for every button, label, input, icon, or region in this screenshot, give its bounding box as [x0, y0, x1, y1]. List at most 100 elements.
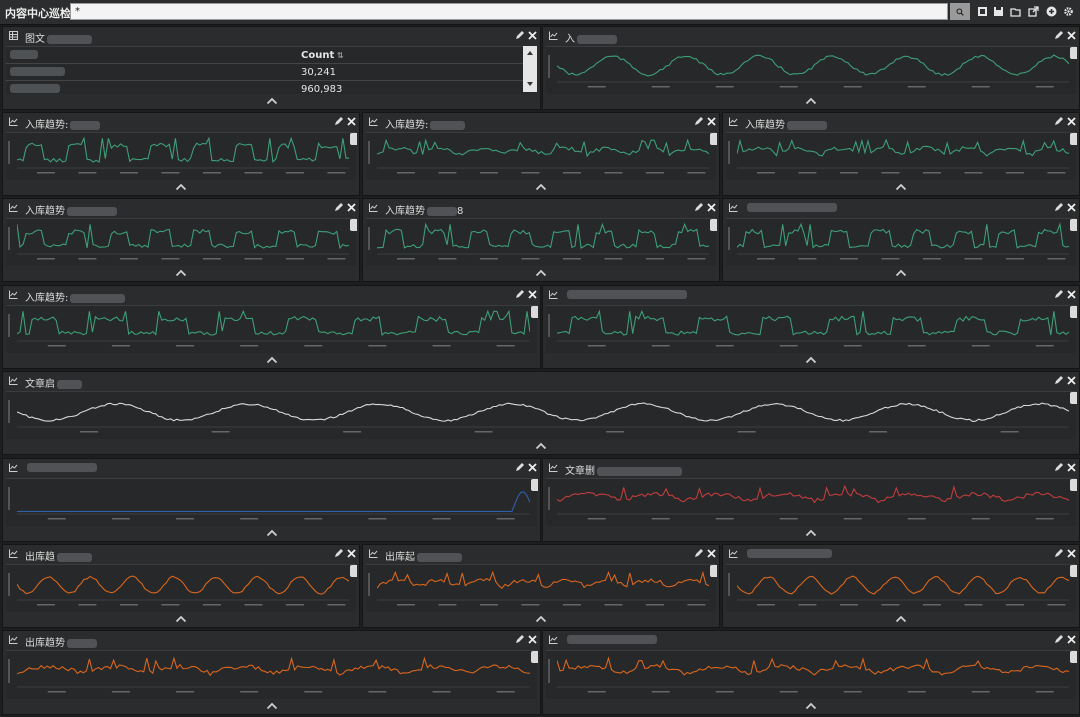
search-button[interactable]: [950, 3, 970, 20]
edit-icon[interactable]: [1054, 635, 1063, 644]
count-column-header[interactable]: Count ⇅: [301, 47, 523, 64]
legend-toggle[interactable]: [350, 133, 357, 145]
legend-toggle[interactable]: [1070, 306, 1077, 318]
settings-icon[interactable]: [1063, 6, 1074, 17]
collapse-toggle[interactable]: [3, 356, 540, 366]
add-icon[interactable]: [1046, 6, 1057, 17]
close-icon[interactable]: [1067, 635, 1076, 644]
collapse-toggle[interactable]: [3, 529, 540, 539]
edit-icon[interactable]: [1054, 31, 1063, 40]
close-icon[interactable]: [1067, 203, 1076, 212]
close-icon[interactable]: [528, 463, 537, 472]
legend-toggle[interactable]: [531, 306, 538, 318]
legend-toggle[interactable]: [1070, 565, 1077, 577]
legend-toggle[interactable]: [710, 565, 717, 577]
collapse-toggle[interactable]: [723, 269, 1079, 279]
collapse-toggle[interactable]: [3, 442, 1079, 452]
legend-toggle[interactable]: [1070, 479, 1077, 491]
edit-icon[interactable]: [515, 463, 524, 472]
collapse-toggle[interactable]: [3, 615, 359, 625]
table-icon[interactable]: [9, 31, 18, 40]
collapse-toggle[interactable]: [3, 183, 359, 193]
collapse-toggle[interactable]: [543, 97, 1079, 107]
collapse-toggle[interactable]: [723, 615, 1079, 625]
chevron-up-icon[interactable]: [535, 615, 547, 623]
close-icon[interactable]: [1067, 117, 1076, 126]
collapse-toggle[interactable]: [3, 269, 359, 279]
chevron-up-icon[interactable]: [535, 442, 547, 450]
collapse-toggle[interactable]: [363, 269, 719, 279]
chevron-up-icon[interactable]: [805, 529, 817, 537]
chevron-up-icon[interactable]: [805, 356, 817, 364]
edit-icon[interactable]: [1054, 290, 1063, 299]
edit-icon[interactable]: [1054, 376, 1063, 385]
close-icon[interactable]: [347, 117, 356, 126]
edit-icon[interactable]: [694, 117, 703, 126]
add-panel-icon[interactable]: [977, 6, 988, 17]
collapse-toggle[interactable]: [543, 702, 1079, 712]
close-icon[interactable]: [707, 117, 716, 126]
close-icon[interactable]: [1067, 376, 1076, 385]
edit-icon[interactable]: [694, 203, 703, 212]
close-icon[interactable]: [707, 203, 716, 212]
legend-toggle[interactable]: [531, 479, 538, 491]
legend-toggle[interactable]: [710, 219, 717, 231]
edit-icon[interactable]: [515, 31, 524, 40]
edit-icon[interactable]: [694, 549, 703, 558]
close-icon[interactable]: [1067, 549, 1076, 558]
edit-icon[interactable]: [334, 117, 343, 126]
collapse-toggle[interactable]: [543, 529, 1079, 539]
query-input[interactable]: [70, 3, 948, 20]
edit-icon[interactable]: [334, 203, 343, 212]
collapse-toggle[interactable]: [363, 615, 719, 625]
close-icon[interactable]: [347, 203, 356, 212]
collapse-toggle[interactable]: [3, 702, 540, 712]
chevron-up-icon[interactable]: [895, 615, 907, 623]
legend-toggle[interactable]: [1070, 47, 1077, 59]
edit-icon[interactable]: [1054, 549, 1063, 558]
save-icon[interactable]: [993, 6, 1004, 17]
chevron-up-icon[interactable]: [805, 97, 817, 105]
chevron-up-icon[interactable]: [895, 269, 907, 277]
chevron-up-icon[interactable]: [535, 269, 547, 277]
chevron-up-icon[interactable]: [175, 269, 187, 277]
close-icon[interactable]: [347, 549, 356, 558]
edit-icon[interactable]: [1054, 117, 1063, 126]
sort-icon[interactable]: ⇅: [334, 51, 344, 60]
edit-icon[interactable]: [1054, 463, 1063, 472]
legend-toggle[interactable]: [1070, 133, 1077, 145]
chevron-up-icon[interactable]: [266, 356, 278, 364]
legend-toggle[interactable]: [350, 565, 357, 577]
collapse-toggle[interactable]: [543, 356, 1079, 366]
collapse-toggle[interactable]: [723, 183, 1079, 193]
chevron-up-icon[interactable]: [266, 529, 278, 537]
collapse-toggle[interactable]: [363, 183, 719, 193]
legend-toggle[interactable]: [531, 651, 538, 663]
chevron-up-icon[interactable]: [266, 702, 278, 710]
legend-toggle[interactable]: [1070, 651, 1077, 663]
edit-icon[interactable]: [515, 635, 524, 644]
collapse-toggle[interactable]: [3, 97, 540, 107]
legend-toggle[interactable]: [1070, 219, 1077, 231]
edit-icon[interactable]: [515, 290, 524, 299]
close-icon[interactable]: [1067, 31, 1076, 40]
close-icon[interactable]: [1067, 290, 1076, 299]
legend-toggle[interactable]: [350, 219, 357, 231]
chevron-up-icon[interactable]: [895, 183, 907, 191]
close-icon[interactable]: [1067, 463, 1076, 472]
close-icon[interactable]: [528, 290, 537, 299]
folder-open-icon[interactable]: [1010, 6, 1021, 17]
edit-icon[interactable]: [1054, 203, 1063, 212]
close-icon[interactable]: [528, 635, 537, 644]
edit-icon[interactable]: [334, 549, 343, 558]
chevron-up-icon[interactable]: [535, 183, 547, 191]
legend-toggle[interactable]: [710, 133, 717, 145]
chevron-up-icon[interactable]: [175, 615, 187, 623]
share-icon[interactable]: [1028, 6, 1039, 17]
table-scrollbar[interactable]: [523, 46, 537, 92]
close-icon[interactable]: [707, 549, 716, 558]
chevron-up-icon[interactable]: [266, 97, 278, 105]
legend-toggle[interactable]: [1070, 392, 1077, 404]
chevron-up-icon[interactable]: [805, 702, 817, 710]
close-icon[interactable]: [528, 31, 537, 40]
